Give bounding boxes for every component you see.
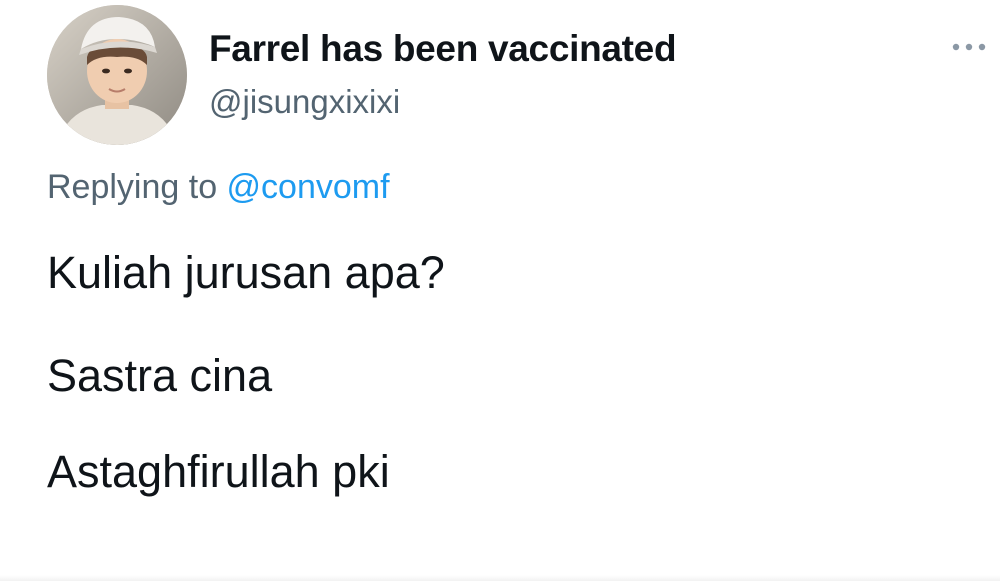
avatar[interactable] (47, 5, 187, 145)
replying-to-line: Replying to @convomf (47, 168, 390, 207)
tweet-text-line: Astaghfirullah pki (47, 446, 390, 497)
avatar-photo (47, 5, 187, 145)
display-name[interactable]: Farrel has been vaccinated (209, 28, 677, 70)
divider (0, 575, 1000, 581)
more-horizontal-icon (952, 43, 986, 51)
tweet-text-line: Kuliah jurusan apa? (47, 247, 445, 298)
user-handle[interactable]: @jisungxixixi (209, 83, 400, 121)
more-options-button[interactable] (946, 32, 992, 62)
reply-mention-link[interactable]: @convomf (227, 168, 390, 206)
tweet-card: Farrel has been vaccinated @jisungxixixi… (0, 0, 1000, 581)
replying-to-label: Replying to (47, 168, 227, 206)
tweet-text-line: Sastra cina (47, 350, 273, 401)
